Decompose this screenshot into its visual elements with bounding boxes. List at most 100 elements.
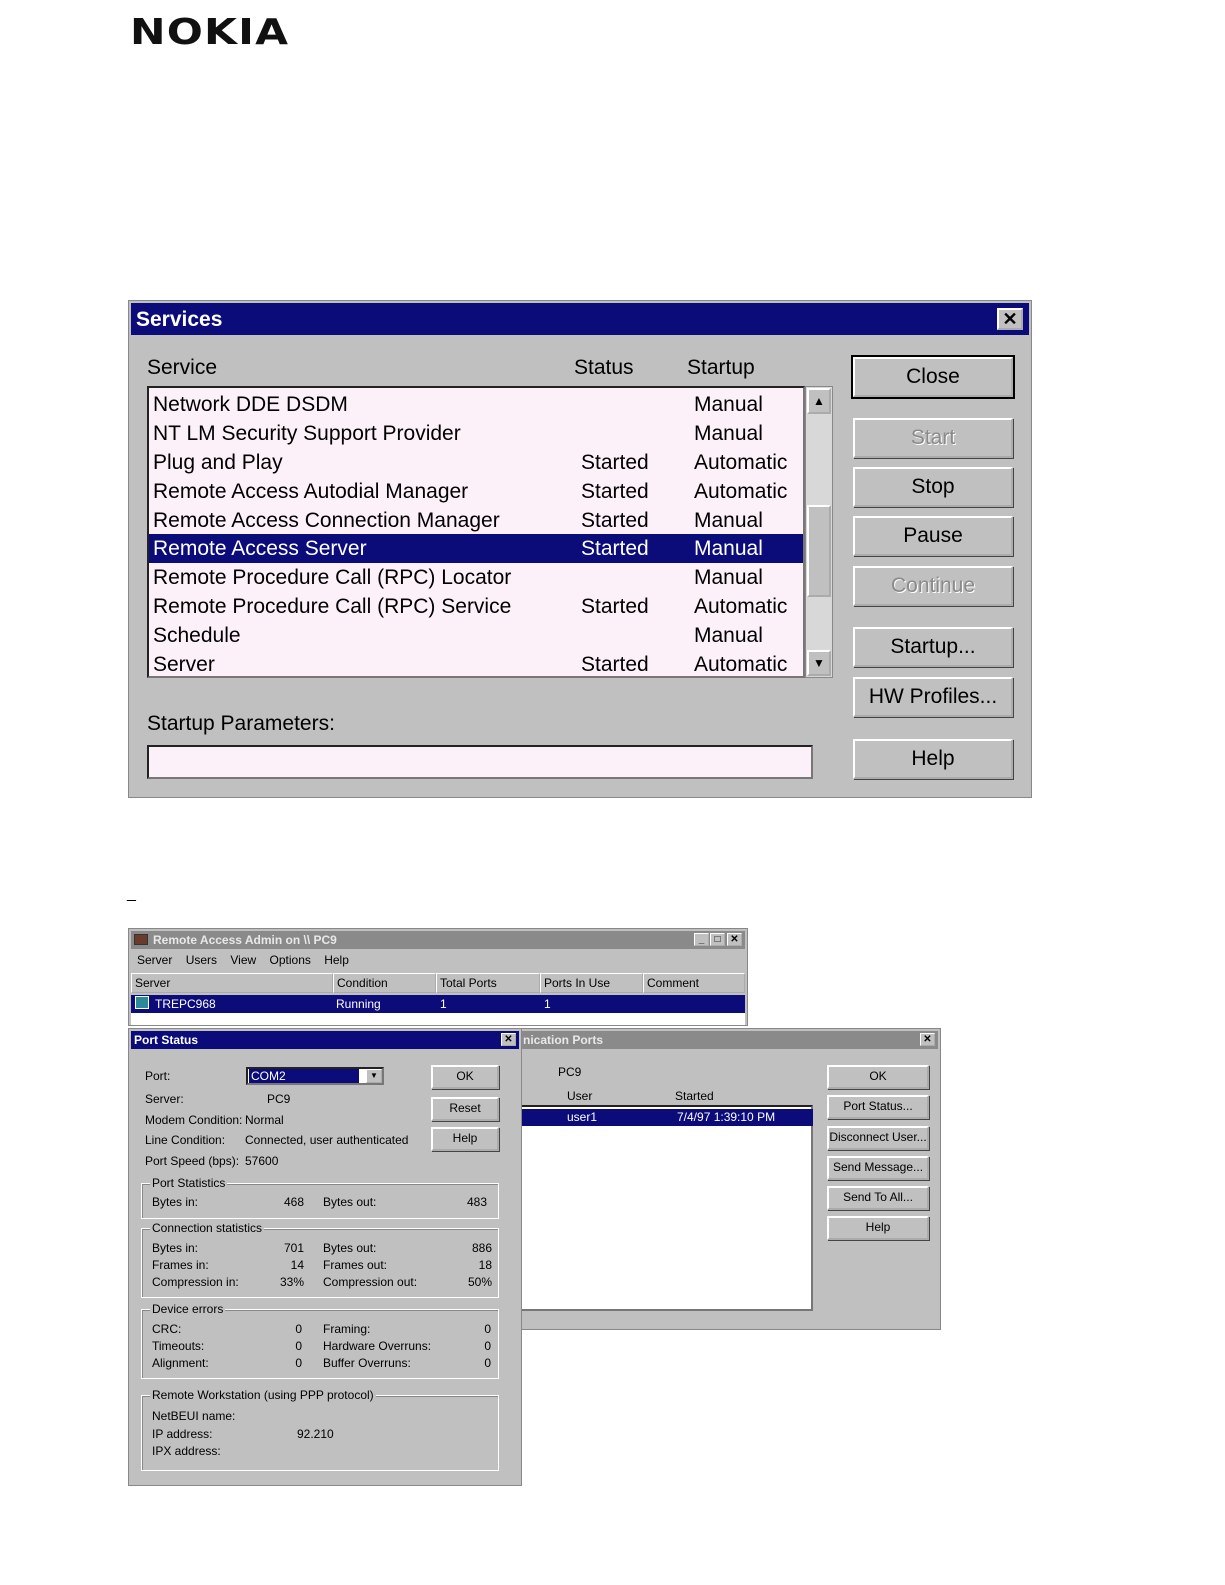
services-list[interactable]: Network DDE DSDM Manual NT LM Security Su… (147, 386, 805, 678)
start-button[interactable]: Start (853, 418, 1013, 458)
services-scrollbar[interactable]: ▲ ▼ (805, 386, 833, 678)
frames-in-value: 14 (290, 1258, 304, 1272)
ok-button[interactable]: OK (431, 1065, 499, 1089)
table-row[interactable]: user1 7/4/97 1:39:10 PM (519, 1109, 813, 1126)
column-header-server[interactable]: Server (131, 973, 333, 993)
port-status-dialog: Port Status ✕ Port: COM2 ▼ Server: PC9 M… (128, 1028, 522, 1486)
column-header-user: User (567, 1089, 593, 1103)
menu-options[interactable]: Options (270, 953, 311, 967)
hardware-overruns-value: 0 (484, 1339, 491, 1353)
startup-parameters-input[interactable] (147, 745, 813, 779)
column-header-ports-in-use[interactable]: Ports In Use (540, 973, 643, 993)
modem-condition-value: Normal (245, 1113, 284, 1127)
help-button[interactable]: Help (827, 1216, 929, 1240)
table-row[interactable]: TREPC968 Running 1 1 (131, 995, 745, 1013)
framing-value: 0 (484, 1322, 491, 1336)
port-status-button[interactable]: Port Status... (827, 1095, 929, 1119)
bytes-in-label: Bytes in: (152, 1195, 199, 1209)
maximize-icon[interactable]: □ (710, 933, 725, 946)
close-button[interactable]: Close (851, 355, 1015, 399)
framing-label: Framing: (323, 1322, 371, 1336)
connection-statistics-group: Connection statistics Bytes in: 701 Byte… (141, 1221, 499, 1298)
netbeui-name-label: NetBEUI name: (152, 1409, 236, 1423)
scroll-up-icon[interactable]: ▲ (807, 388, 831, 414)
line-condition-label: Line Condition: (145, 1133, 226, 1147)
ps-title-bar: Port Status ✕ (131, 1031, 519, 1049)
port-select-value: COM2 (249, 1069, 359, 1083)
scroll-thumb[interactable] (807, 505, 831, 597)
column-header-total-ports[interactable]: Total Ports (436, 973, 540, 993)
continue-button[interactable]: Continue (853, 566, 1013, 606)
startup-button[interactable]: Startup... (853, 627, 1013, 667)
pause-button[interactable]: Pause (853, 516, 1013, 556)
ip-address-value: 92.210 (297, 1427, 334, 1441)
cp-list[interactable] (519, 1105, 813, 1311)
help-button[interactable]: Help (431, 1127, 499, 1151)
ip-address-label: IP address: (152, 1427, 213, 1441)
stop-button[interactable]: Stop (853, 467, 1013, 507)
compression-in-value: 33% (279, 1275, 304, 1289)
list-item[interactable]: Remote Access Connection Manager Started M… (149, 506, 803, 535)
list-item[interactable]: Server Started Automatic (149, 650, 803, 676)
group-legend: Port Statistics (150, 1176, 228, 1190)
cp-title-bar: nication Ports ✕ (519, 1031, 938, 1049)
help-button[interactable]: Help (853, 739, 1013, 779)
menu-users[interactable]: Users (186, 953, 217, 967)
bytes-out-value: 886 (471, 1241, 492, 1255)
ok-button[interactable]: OK (827, 1065, 929, 1089)
line-condition-value: Connected, user authenticated (245, 1133, 409, 1147)
column-header-started: Started (675, 1089, 714, 1103)
group-legend: Connection statistics (150, 1221, 265, 1235)
send-message-button[interactable]: Send Message... (827, 1156, 929, 1180)
cp-server: PC9 (558, 1065, 582, 1079)
crc-value: 0 (295, 1322, 302, 1336)
compression-out-label: Compression out: (323, 1275, 418, 1289)
list-item[interactable]: Network DDE DSDM Manual (149, 390, 803, 419)
close-icon[interactable]: ✕ (501, 1033, 516, 1046)
list-item[interactable]: Remote Procedure Call (RPC) Locator Manua… (149, 563, 803, 592)
menu-server[interactable]: Server (137, 953, 172, 967)
services-dialog: Services ✕ Service Status Startup Networ… (128, 300, 1032, 798)
services-title: Services (136, 308, 223, 331)
close-icon[interactable]: ✕ (727, 933, 742, 946)
send-to-all-button[interactable]: Send To All... (827, 1186, 929, 1210)
ps-title: Port Status (134, 1033, 199, 1047)
server-label: Server: (145, 1092, 184, 1106)
close-icon[interactable]: ✕ (997, 308, 1023, 330)
disconnect-user-button[interactable]: Disconnect User... (827, 1126, 929, 1150)
port-speed-label: Port Speed (bps): (145, 1154, 240, 1168)
column-header-comment[interactable]: Comment (643, 973, 745, 993)
close-icon[interactable]: ✕ (920, 1033, 935, 1046)
column-header-status: Status (574, 356, 634, 379)
column-header-condition[interactable]: Condition (333, 973, 436, 993)
list-item[interactable]: NT LM Security Support Provider Manual (149, 419, 803, 448)
buffer-overruns-value: 0 (484, 1356, 491, 1370)
list-item-selected[interactable]: Remote Access Server Started Manual (149, 534, 803, 563)
device-errors-group: Device errors CRC: 0 Framing: 0 Timeouts… (141, 1302, 499, 1379)
modem-condition-label: Modem Condition: (145, 1113, 243, 1127)
list-item[interactable]: Remote Procedure Call (RPC) Service Start… (149, 592, 803, 621)
ras-title: Remote Access Admin on \\ PC9 (153, 933, 337, 947)
menu-view[interactable]: View (230, 953, 256, 967)
bytes-in-value: 468 (283, 1195, 304, 1209)
timeouts-value: 0 (295, 1339, 302, 1353)
port-select[interactable]: COM2 ▼ (246, 1067, 384, 1085)
group-legend: Remote Workstation (using PPP protocol) (150, 1388, 376, 1402)
server-value: PC9 (267, 1092, 291, 1106)
port-speed-value: 57600 (245, 1154, 279, 1168)
list-item[interactable]: Schedule Manual (149, 621, 803, 650)
chevron-down-icon[interactable]: ▼ (366, 1069, 382, 1083)
menu-help[interactable]: Help (324, 953, 349, 967)
reset-button[interactable]: Reset (431, 1097, 499, 1121)
minimize-icon[interactable]: _ (694, 933, 709, 946)
bytes-out-label: Bytes out: (323, 1195, 377, 1209)
scroll-down-icon[interactable]: ▼ (807, 650, 831, 676)
app-icon (134, 934, 148, 945)
hw-profiles-button[interactable]: HW Profiles... (853, 677, 1013, 717)
bytes-in-label: Bytes in: (152, 1241, 199, 1255)
timeouts-label: Timeouts: (152, 1339, 205, 1353)
remote-workstation-group: Remote Workstation (using PPP protocol) … (141, 1388, 499, 1471)
alignment-label: Alignment: (152, 1356, 209, 1370)
list-item[interactable]: Plug and Play Started Automatic (149, 448, 803, 477)
list-item[interactable]: Remote Access Autodial Manager Started Aut… (149, 477, 803, 506)
